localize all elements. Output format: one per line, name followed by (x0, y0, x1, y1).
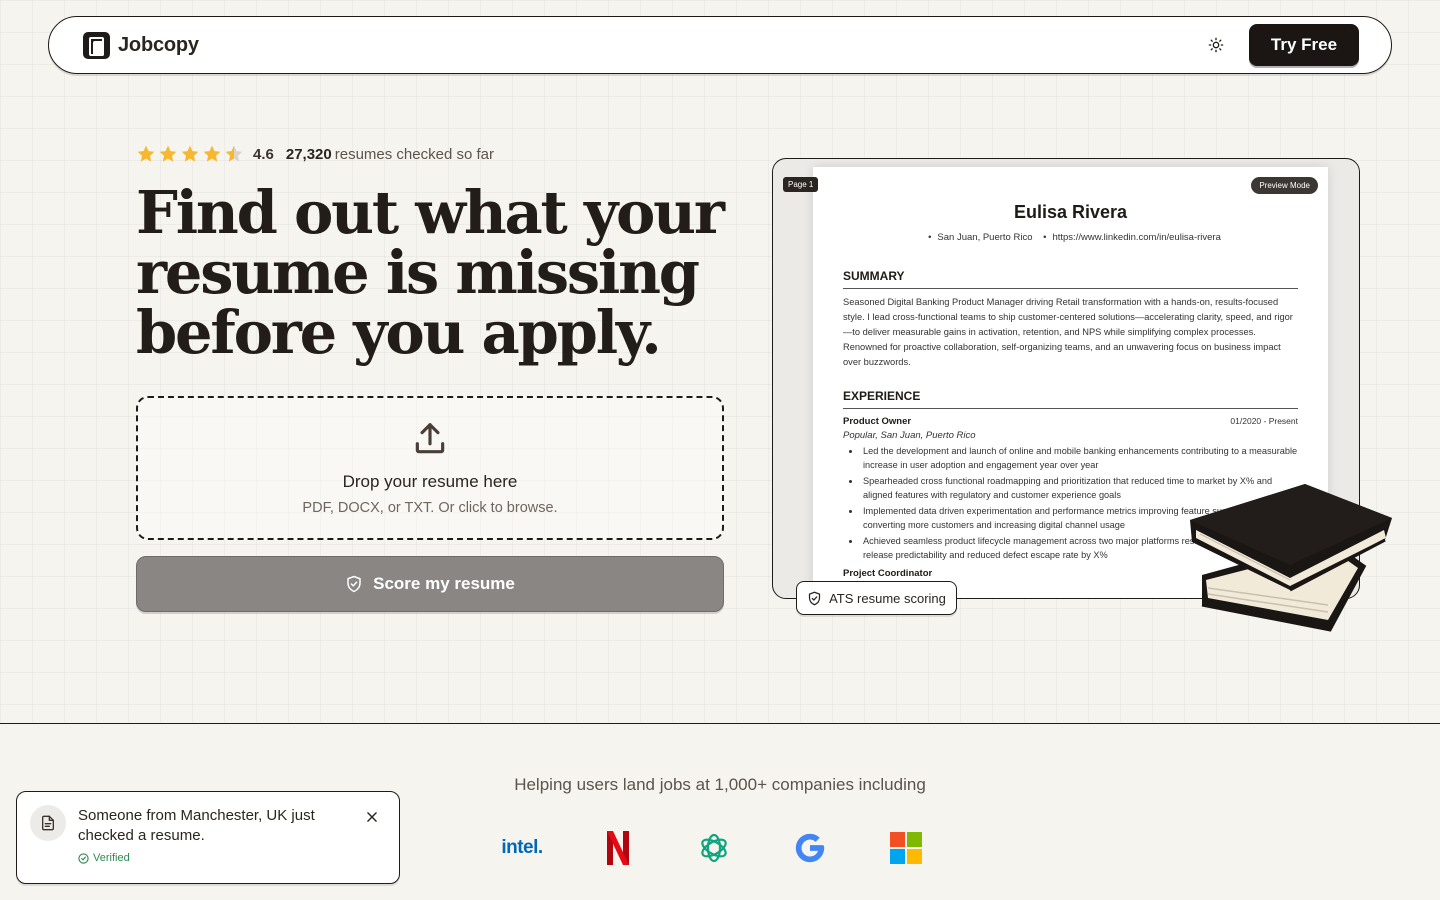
google-logo (792, 830, 828, 866)
openai-icon (701, 833, 727, 863)
shield-check-icon (347, 575, 361, 593)
ats-badge-label: ATS resume scoring (829, 590, 946, 606)
hero-headline: Find out what your resume is missing bef… (136, 183, 756, 363)
headline-line: Find out what your (136, 178, 725, 247)
shield-check-icon (808, 591, 821, 605)
checked-text: resumes checked so far (334, 145, 494, 163)
summary-text: Seasoned Digital Banking Product Manager… (843, 297, 1293, 367)
star-icon (181, 145, 199, 162)
brand-logo[interactable]: Jobcopy (83, 31, 199, 59)
openai-logo (696, 830, 732, 866)
company-logos: intel. (501, 830, 924, 866)
headline-line: before you apply. (136, 298, 662, 367)
role-title: Product Owner (843, 416, 912, 427)
role-dates: 01/2020 - Present (1230, 416, 1298, 426)
list-item: Led the development and launch of online… (861, 444, 1298, 472)
summary-heading: SUMMARY (843, 269, 1298, 289)
toast-message: Someone from Manchester, UK just checked… (78, 807, 315, 844)
section-divider (0, 723, 1440, 724)
preview-mode-badge: Preview Mode (1251, 177, 1318, 194)
books-illustration (1190, 484, 1392, 632)
verified-badge: Verified (78, 852, 130, 864)
theme-toggle-button[interactable] (1201, 30, 1231, 60)
ats-badge: ATS resume scoring (796, 581, 957, 615)
page-tag: Page 1 (783, 177, 819, 192)
brand-name: Jobcopy (118, 33, 199, 56)
resume-location: San Juan, Puerto Rico (920, 232, 1032, 243)
intel-wordmark: intel. (501, 837, 543, 858)
headline-line: resume is missing (136, 238, 700, 307)
resume-link: https://www.linkedin.com/in/eulisa-river… (1035, 232, 1221, 243)
role-row: Product Owner 01/2020 - Present (843, 416, 1298, 427)
star-icon (159, 145, 177, 162)
star-rating (136, 144, 244, 164)
experience-heading: EXPERIENCE (843, 389, 1298, 409)
document-icon (42, 815, 54, 831)
netflix-logo (600, 830, 636, 866)
resume-contact: San Juan, Puerto Rico https://www.linked… (843, 232, 1298, 243)
rating-value: 4.6 (253, 145, 274, 163)
star-icon (137, 145, 155, 162)
half-star-icon (225, 145, 243, 162)
close-icon[interactable] (365, 810, 379, 824)
try-free-button[interactable]: Try Free (1249, 24, 1359, 66)
resume-name: Eulisa Rivera (1013, 202, 1128, 222)
google-icon (795, 833, 825, 863)
role-company: Popular, San Juan, Puerto Rico (843, 430, 976, 441)
upload-icon (415, 423, 445, 454)
check-circle-icon (78, 852, 89, 864)
score-resume-button[interactable]: Score my resume (136, 556, 724, 612)
star-icon (203, 145, 221, 162)
microsoft-logo (888, 830, 924, 866)
resume-dropzone[interactable]: Drop your resume here PDF, DOCX, or TXT.… (136, 396, 724, 540)
dropzone-subtitle: PDF, DOCX, or TXT. Or click to browse. (302, 500, 558, 516)
checked-count: 27,320 (285, 145, 332, 163)
navbar: Jobcopy Try Free (48, 16, 1392, 74)
document-icon-wrap (30, 805, 66, 841)
dropzone-title: Drop your resume here (342, 472, 518, 491)
activity-toast: Someone from Manchester, UK just checked… (16, 791, 400, 884)
intel-logo: intel. (501, 830, 543, 866)
sun-icon (1208, 37, 1224, 53)
netflix-icon (607, 831, 629, 865)
microsoft-icon (890, 832, 922, 864)
rating-row: 4.6 27,320 resumes checked so far (136, 143, 494, 165)
jobcopy-logo-icon (83, 31, 110, 59)
verified-label: Verified (93, 852, 130, 864)
score-button-label: Score my resume (373, 574, 515, 593)
